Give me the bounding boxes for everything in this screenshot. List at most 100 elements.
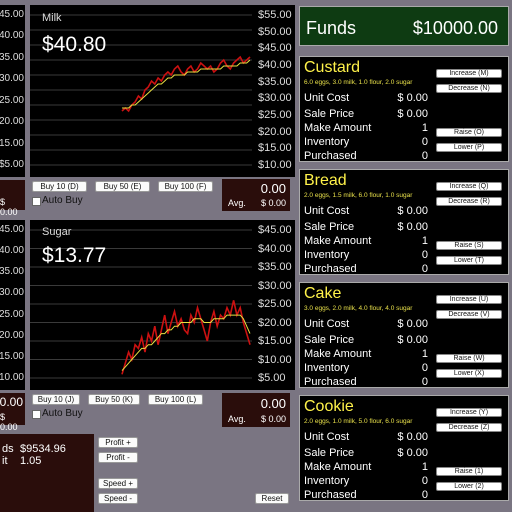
raise-button[interactable]: Raise (S) bbox=[436, 241, 502, 250]
milk-auto-buy-checkbox[interactable] bbox=[32, 197, 41, 206]
sugar-right-tick-label: $30.00 bbox=[258, 279, 292, 292]
sugar-auto-buy-checkbox[interactable] bbox=[32, 410, 41, 419]
unit-cost-value: $ 0.00 bbox=[397, 431, 428, 443]
lower-button[interactable]: Lower (2) bbox=[436, 482, 502, 491]
profit-minus-button[interactable]: Profit - bbox=[98, 452, 138, 463]
milk-left-tick-label: 20.00 bbox=[0, 116, 24, 128]
sugar-avg-label: Avg. bbox=[228, 414, 246, 424]
profit-plus-button[interactable]: Profit + bbox=[98, 437, 138, 448]
sugar-buy-50-button[interactable]: Buy 50 (K) bbox=[88, 394, 140, 405]
milk-right-tick-label: $45.00 bbox=[258, 42, 292, 55]
milk-price: $40.80 bbox=[42, 33, 107, 56]
sugar-left-tick-label: 45.00 bbox=[0, 224, 24, 235]
inventory-label: Inventory bbox=[304, 136, 350, 148]
sale-price-label: Sale Price bbox=[304, 447, 355, 459]
milk-auto-buy-label: Auto Buy bbox=[42, 195, 83, 206]
product-panel-custard: Custard 6.0 eggs, 3.0 milk, 1.0 flour, 2.… bbox=[299, 56, 509, 162]
inventory-label: Inventory bbox=[304, 475, 350, 487]
stats-funds-value: $9534.96 bbox=[20, 443, 66, 455]
milk-left-tick-label: 35.00 bbox=[0, 51, 24, 63]
inventory-label: Inventory bbox=[304, 362, 350, 374]
sale-price-label: Sale Price bbox=[304, 221, 355, 233]
milk-name: Milk bbox=[42, 12, 62, 24]
sugar-buy-100-button[interactable]: Buy 100 (L) bbox=[148, 394, 203, 405]
sugar-right-tick-label: $10.00 bbox=[258, 353, 292, 366]
milk-avg-box: 0.00 Avg. $ 0.00 bbox=[222, 179, 290, 211]
increase-button[interactable]: Increase (Y) bbox=[436, 408, 502, 417]
sugar-left-partial-top: 0.00 bbox=[0, 395, 23, 409]
milk-left-tick-label: 15.00 bbox=[0, 137, 24, 149]
reset-button[interactable]: Reset bbox=[255, 493, 289, 504]
sugar-right-tick-label: $20.00 bbox=[258, 316, 292, 329]
raise-button[interactable]: Raise (1) bbox=[436, 467, 502, 476]
sale-price-value: $ 0.00 bbox=[397, 447, 428, 459]
unit-cost-value: $ 0.00 bbox=[397, 205, 428, 217]
make-amount-value: 1 bbox=[421, 235, 428, 247]
sale-price-label: Sale Price bbox=[304, 334, 355, 346]
stats-it-label: it bbox=[2, 455, 8, 467]
unit-cost-label: Unit Cost bbox=[304, 318, 350, 330]
make-amount-value: 1 bbox=[421, 348, 428, 360]
milk-avg-label: Avg. bbox=[228, 198, 246, 208]
sale-price-value: $ 0.00 bbox=[397, 221, 428, 233]
product-recipe: 2.0 eggs, 1.5 milk, 6.0 flour, 1.0 sugar bbox=[304, 192, 413, 199]
lower-button[interactable]: Lower (T) bbox=[436, 256, 502, 265]
decrease-button[interactable]: Decrease (Z) bbox=[436, 423, 502, 432]
sale-price-value: $ 0.00 bbox=[397, 334, 428, 346]
sugar-right-tick-label: $5.00 bbox=[258, 372, 286, 384]
milk-chart-svg bbox=[30, 14, 252, 166]
milk-avg-value: 0.00 bbox=[260, 181, 286, 196]
purchased-label: Purchased bbox=[304, 150, 357, 162]
increase-button[interactable]: Increase (Q) bbox=[436, 182, 502, 191]
milk-right-tick-label: $55.00 bbox=[258, 9, 292, 21]
product-name: Custard bbox=[304, 59, 361, 76]
sugar-right-tick-label: $40.00 bbox=[258, 242, 292, 255]
unit-cost-label: Unit Cost bbox=[304, 92, 350, 104]
milk-buy-10-button[interactable]: Buy 10 (D) bbox=[32, 181, 87, 192]
increase-button[interactable]: Increase (M) bbox=[436, 69, 502, 78]
make-amount-label: Make Amount bbox=[304, 122, 372, 134]
sugar-left-partial-box: 0.00 $ 0.00 bbox=[0, 393, 25, 432]
product-recipe: 6.0 eggs, 3.0 milk, 1.0 flour, 2.0 sugar bbox=[304, 79, 413, 86]
increase-button[interactable]: Increase (U) bbox=[436, 295, 502, 304]
milk-buy-100-button[interactable]: Buy 100 (F) bbox=[158, 181, 213, 192]
lower-button[interactable]: Lower (X) bbox=[436, 369, 502, 378]
milk-buy-50-button[interactable]: Buy 50 (E) bbox=[95, 181, 150, 192]
decrease-button[interactable]: Decrease (N) bbox=[436, 84, 502, 93]
inventory-value: 0 bbox=[421, 362, 428, 374]
inventory-value: 0 bbox=[421, 249, 428, 261]
lower-button[interactable]: Lower (P) bbox=[436, 143, 502, 152]
raise-button[interactable]: Raise (O) bbox=[436, 128, 502, 137]
speed-plus-button[interactable]: Speed + bbox=[98, 478, 138, 489]
speed-minus-button[interactable]: Speed - bbox=[98, 493, 138, 504]
funds-panel: Funds $10000.00 bbox=[299, 6, 509, 46]
milk-left-tick-label: 45.00 bbox=[0, 9, 24, 20]
purchased-value: 0 bbox=[421, 150, 428, 162]
sugar-buy-10-button[interactable]: Buy 10 (J) bbox=[32, 394, 80, 405]
milk-right-tick-label: $40.00 bbox=[258, 59, 292, 71]
sugar-left-tick-label: 25.00 bbox=[0, 308, 24, 320]
sugar-avg-value: 0.00 bbox=[260, 396, 286, 411]
stats-it-value: 1.05 bbox=[20, 455, 42, 467]
sugar-left-tick-label: 15.00 bbox=[0, 350, 24, 362]
make-amount-label: Make Amount bbox=[304, 461, 372, 473]
milk-right-tick-label: $30.00 bbox=[258, 92, 292, 105]
funds-label: Funds bbox=[306, 18, 357, 38]
product-name: Bread bbox=[304, 172, 347, 189]
funds-value: $10000.00 bbox=[412, 18, 498, 38]
sugar-left-tick-label: 10.00 bbox=[0, 372, 24, 383]
milk-right-tick-label: $10.00 bbox=[258, 159, 292, 171]
sugar-chart: Sugar $13.77 bbox=[30, 220, 295, 390]
decrease-button[interactable]: Decrease (R) bbox=[436, 197, 502, 206]
stats-funds-label: ds bbox=[2, 443, 14, 455]
sugar-right-tick-label: $35.00 bbox=[258, 261, 292, 273]
raise-button[interactable]: Raise (W) bbox=[436, 354, 502, 363]
decrease-button[interactable]: Decrease (V) bbox=[436, 310, 502, 319]
milk-right-tick-label: $35.00 bbox=[258, 75, 292, 88]
product-panel-cake: Cake 3.0 eggs, 2.0 milk, 4.0 flour, 4.0 s… bbox=[299, 282, 509, 388]
make-amount-value: 1 bbox=[421, 122, 428, 134]
inventory-value: 0 bbox=[421, 475, 428, 487]
sugar-right-tick-label: $45.00 bbox=[258, 224, 292, 236]
milk-left-tick-label: 40.00 bbox=[0, 30, 24, 42]
stats-box: ds $9534.96 it 1.05 bbox=[0, 434, 94, 512]
